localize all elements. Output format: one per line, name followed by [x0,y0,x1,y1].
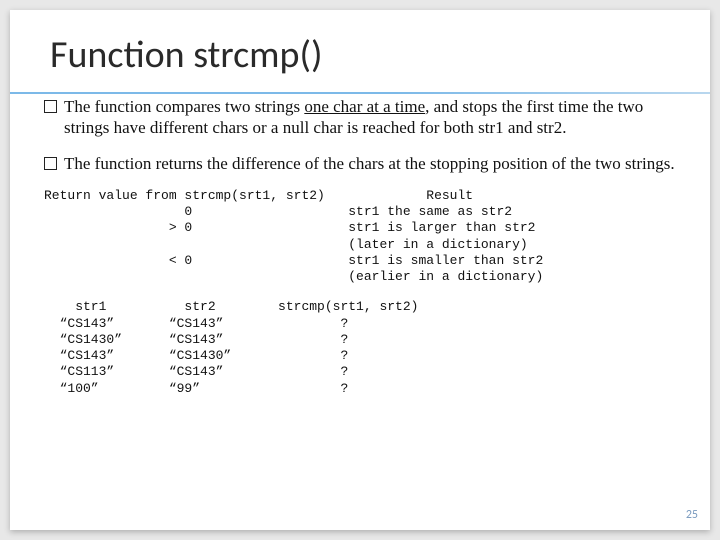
slide-body: The function compares two strings one ch… [44,96,676,397]
bullet-box-icon [44,100,57,113]
page-number: 25 [686,508,698,522]
bullet-pre: The function compares two strings [64,97,304,116]
return-value-table: Return value from strcmp(srt1, srt2) Res… [44,188,676,286]
bullet-item: The function returns the difference of t… [44,153,676,174]
bullet-underline: one char at a time [304,97,425,116]
example-table: str1 str2 strcmp(srt1, srt2) “CS143” “CS… [44,299,676,397]
bullet-text: The function compares two strings one ch… [64,96,676,139]
bullet-text: The function returns the difference of t… [64,153,676,174]
title-underline [10,92,710,94]
slide-title: Function strcmp() [50,32,676,78]
slide: Function strcmp() The function compares … [10,10,710,530]
bullet-pre: The function returns the difference of t… [64,154,675,173]
bullet-box-icon [44,157,57,170]
bullet-item: The function compares two strings one ch… [44,96,676,139]
